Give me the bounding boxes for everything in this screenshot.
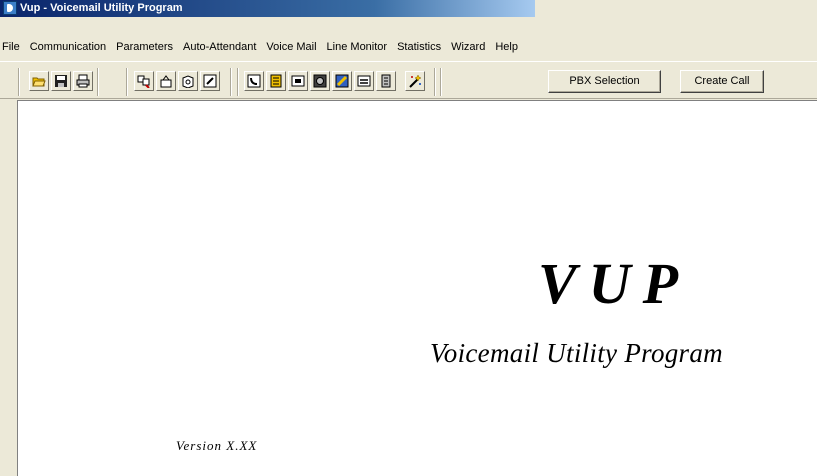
menu-auto-attendant[interactable]: Auto-Attendant [178,39,261,56]
toolbar-separator [237,68,239,96]
pbx-selection-button[interactable]: PBX Selection [548,70,661,93]
disk-button[interactable] [178,71,198,91]
edit-icon [203,74,217,88]
save-icon [54,74,68,88]
wizard-button[interactable] [405,71,425,91]
book-icon [269,74,283,88]
transfer-icon [357,74,371,88]
menu-bar: File Communication Parameters Auto-Atten… [0,39,817,56]
find-icon [137,74,151,89]
open-icon [159,74,173,88]
app-icon[interactable] [3,1,17,15]
toolbar-separator [230,68,232,96]
book-button[interactable] [266,71,286,91]
toolbar-separator [440,68,442,96]
tools-icon [335,74,349,88]
window-title: Vup - Voicemail Utility Program [20,2,183,14]
find-button[interactable] [134,71,154,91]
title-bar-background [535,0,817,17]
toolbar-separator [97,68,99,96]
vup-logo: VUP [538,251,690,316]
transfer-button[interactable] [354,71,374,91]
create-call-button[interactable]: Create Call [680,70,764,93]
open-folder-button[interactable] [29,71,49,91]
splash-subtitle: Voicemail Utility Program [430,338,723,368]
menu-line-monitor[interactable]: Line Monitor [322,39,393,56]
menu-parameters[interactable]: Parameters [111,39,178,56]
tools-button[interactable] [332,71,352,91]
record-icon [313,74,327,88]
toolbar: PBX Selection Create Call [0,61,817,99]
menu-help[interactable]: Help [490,39,523,56]
toolbar-separator [434,68,436,96]
save-button[interactable] [51,71,71,91]
toolbar-separator [126,68,128,96]
menu-statistics[interactable]: Statistics [392,39,446,56]
menu-communication[interactable]: Communication [25,39,111,56]
server-icon [379,74,393,88]
record-button[interactable] [310,71,330,91]
monitor-icon [291,74,305,88]
monitor-button[interactable] [288,71,308,91]
wizard-icon [408,74,422,88]
menu-voice-mail[interactable]: Voice Mail [261,39,321,56]
title-bar[interactable]: Vup - Voicemail Utility Program [0,0,535,17]
open-folder-icon [32,74,46,88]
server-button[interactable] [376,71,396,91]
open-button[interactable] [156,71,176,91]
disk-icon [181,74,195,89]
menu-file[interactable]: File [0,39,25,56]
print-button[interactable] [73,71,93,91]
toolbar-separator [18,68,20,96]
phone-icon [247,74,261,88]
edit-button[interactable] [200,71,220,91]
phone-button[interactable] [244,71,264,91]
app-window: Vup - Voicemail Utility Program File Com… [0,0,817,476]
client-area [17,100,817,476]
version-label: Version X.XX [176,438,258,453]
print-icon [76,74,90,88]
menu-wizard[interactable]: Wizard [446,39,490,56]
